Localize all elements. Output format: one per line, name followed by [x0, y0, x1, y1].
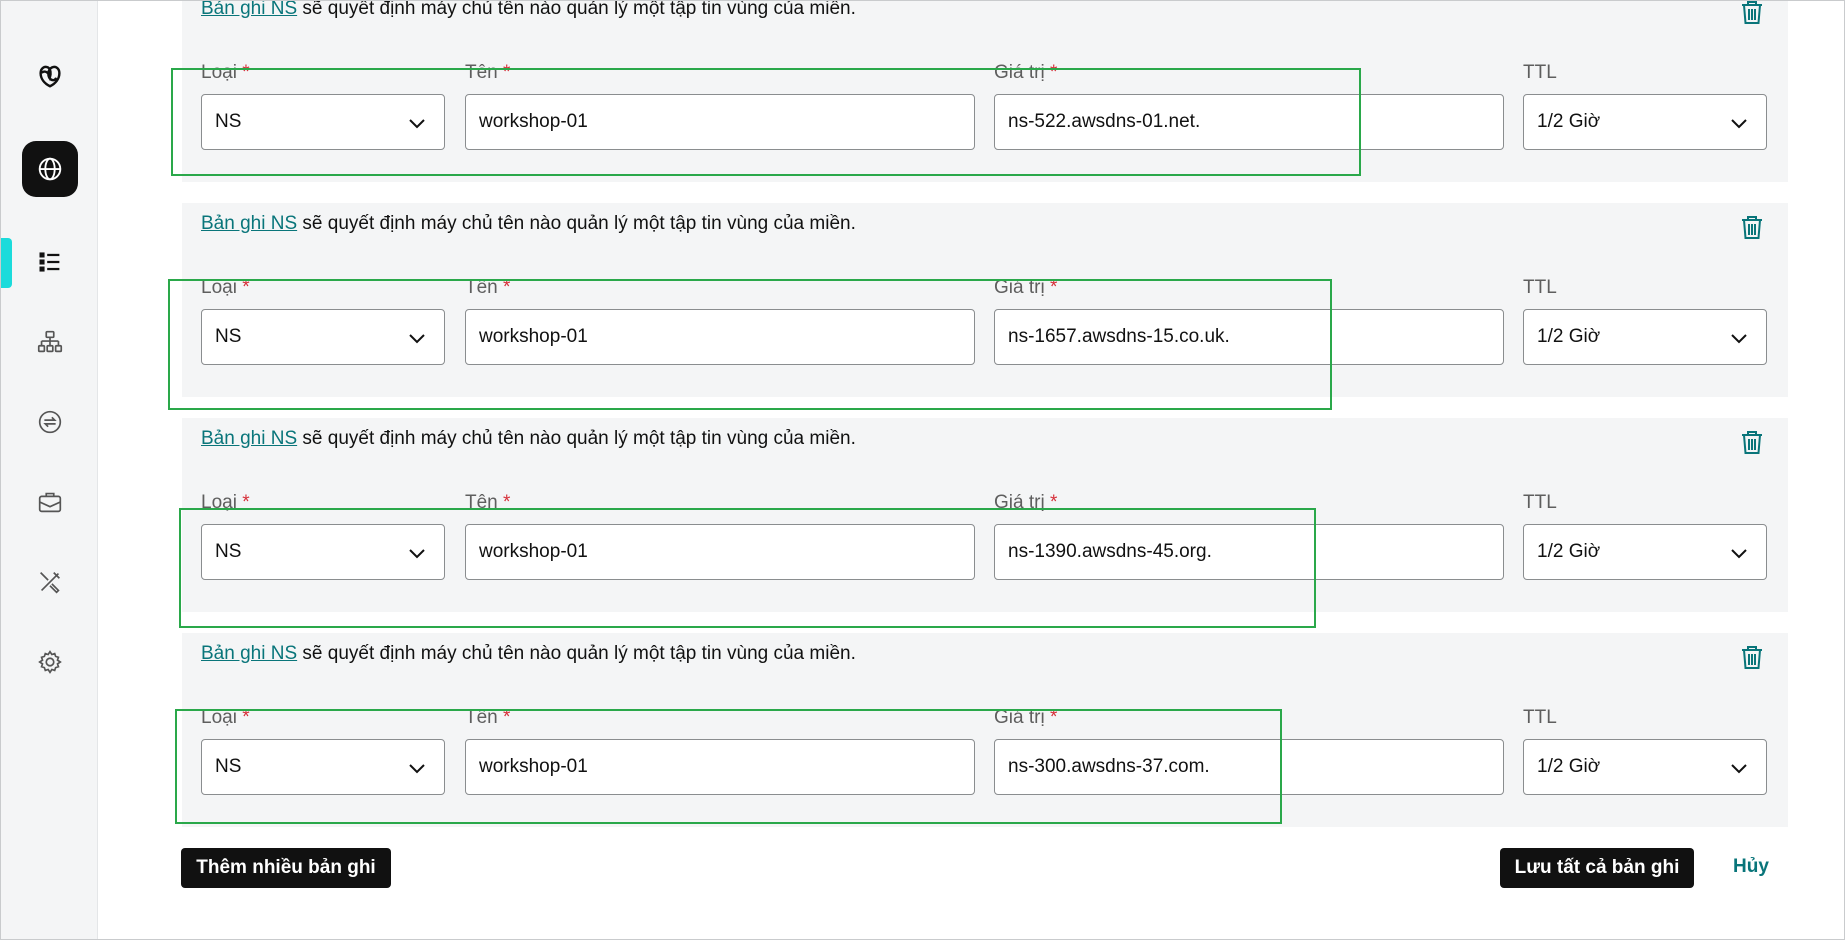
transfer-icon[interactable]: [22, 394, 78, 450]
record-description-text: sẽ quyết định máy chủ tên nào quản lý mộ…: [297, 0, 856, 19]
trash-icon[interactable]: [1738, 213, 1766, 241]
chevron-down-icon: [409, 334, 425, 344]
list-icon[interactable]: [22, 234, 78, 290]
name-input-value: workshop-01: [479, 541, 588, 562]
gear-icon[interactable]: [22, 634, 78, 690]
trash-icon[interactable]: [1738, 643, 1766, 671]
record-description: Bản ghi NS sẽ quyết định máy chủ tên nào…: [201, 213, 856, 235]
type-label: Loại *: [201, 707, 250, 728]
godaddy-logo-icon[interactable]: [22, 47, 78, 103]
record-description: Bản ghi NS sẽ quyết định máy chủ tên nào…: [201, 643, 856, 665]
dns-record-row: Bản ghi NS sẽ quyết định máy chủ tên nào…: [182, 633, 1788, 827]
record-description: Bản ghi NS sẽ quyết định máy chủ tên nào…: [201, 0, 856, 20]
name-input[interactable]: workshop-01: [465, 739, 975, 795]
ns-record-help-link[interactable]: Bản ghi NS: [201, 213, 297, 234]
record-description: Bản ghi NS sẽ quyết định máy chủ tên nào…: [201, 428, 856, 450]
type-select[interactable]: NS: [201, 309, 445, 365]
dns-records-panel: Bản ghi NS sẽ quyết định máy chủ tên nào…: [98, 0, 1845, 940]
sitemap-icon[interactable]: [22, 314, 78, 370]
save-all-records-button[interactable]: Lưu tất cả bản ghi: [1500, 848, 1694, 888]
value-input[interactable]: ns-522.awsdns-01.net.: [994, 94, 1504, 150]
chevron-down-icon: [1731, 119, 1747, 129]
value-input-value: ns-1390.awsdns-45.org.: [1008, 541, 1212, 562]
chevron-down-icon: [1731, 764, 1747, 774]
chevron-down-icon: [1731, 549, 1747, 559]
ns-record-help-link[interactable]: Bản ghi NS: [201, 0, 297, 19]
type-select[interactable]: NS: [201, 739, 445, 795]
type-select[interactable]: NS: [201, 94, 445, 150]
value-label: Giá trị *: [994, 707, 1058, 728]
value-label: Giá trị *: [994, 62, 1058, 83]
dns-record-row: Bản ghi NS sẽ quyết định máy chủ tên nào…: [182, 0, 1788, 182]
value-input-value: ns-300.awsdns-37.com.: [1008, 756, 1210, 777]
name-label: Tên *: [465, 707, 511, 728]
name-input-value: workshop-01: [479, 111, 588, 132]
type-label: Loại *: [201, 277, 250, 298]
ttl-select-value: 1/2 Giờ: [1537, 756, 1601, 777]
name-input[interactable]: workshop-01: [465, 94, 975, 150]
trash-icon[interactable]: [1738, 428, 1766, 456]
value-input-value: ns-522.awsdns-01.net.: [1008, 111, 1201, 132]
ttl-label: TTL: [1523, 707, 1557, 728]
type-label: Loại *: [201, 492, 250, 513]
ns-record-help-link[interactable]: Bản ghi NS: [201, 428, 297, 449]
type-select-value: NS: [215, 756, 242, 777]
cancel-button[interactable]: Hủy: [1733, 856, 1769, 878]
trash-icon[interactable]: [1738, 0, 1766, 26]
type-select-value: NS: [215, 541, 242, 562]
active-nav-indicator: [0, 238, 12, 288]
ttl-select-value: 1/2 Giờ: [1537, 541, 1601, 562]
chevron-down-icon: [409, 549, 425, 559]
ns-record-help-link[interactable]: Bản ghi NS: [201, 643, 297, 664]
record-description-text: sẽ quyết định máy chủ tên nào quản lý mộ…: [297, 213, 856, 234]
value-input[interactable]: ns-1657.awsdns-15.co.uk.: [994, 309, 1504, 365]
ttl-label: TTL: [1523, 62, 1557, 83]
ttl-select[interactable]: 1/2 Giờ: [1523, 94, 1767, 150]
type-select[interactable]: NS: [201, 524, 445, 580]
record-description-text: sẽ quyết định máy chủ tên nào quản lý mộ…: [297, 428, 856, 449]
value-input[interactable]: ns-300.awsdns-37.com.: [994, 739, 1504, 795]
value-input-value: ns-1657.awsdns-15.co.uk.: [1008, 326, 1230, 347]
name-input-value: workshop-01: [479, 326, 588, 347]
name-input[interactable]: workshop-01: [465, 309, 975, 365]
name-label: Tên *: [465, 492, 511, 513]
ttl-label: TTL: [1523, 277, 1557, 298]
dns-record-row: Bản ghi NS sẽ quyết định máy chủ tên nào…: [182, 418, 1788, 612]
value-label: Giá trị *: [994, 492, 1058, 513]
name-input[interactable]: workshop-01: [465, 524, 975, 580]
ttl-select-value: 1/2 Giờ: [1537, 111, 1601, 132]
tools-icon[interactable]: [22, 554, 78, 610]
record-description-text: sẽ quyết định máy chủ tên nào quản lý mộ…: [297, 643, 856, 664]
value-label: Giá trị *: [994, 277, 1058, 298]
briefcase-icon[interactable]: [22, 474, 78, 530]
sidebar: [0, 0, 98, 940]
ttl-select-value: 1/2 Giờ: [1537, 326, 1601, 347]
type-label: Loại *: [201, 62, 250, 83]
ttl-select[interactable]: 1/2 Giờ: [1523, 739, 1767, 795]
ttl-label: TTL: [1523, 492, 1557, 513]
add-more-records-button[interactable]: Thêm nhiều bản ghi: [181, 848, 391, 888]
ttl-select[interactable]: 1/2 Giờ: [1523, 524, 1767, 580]
chevron-down-icon: [409, 119, 425, 129]
name-label: Tên *: [465, 62, 511, 83]
globe-icon[interactable]: [22, 141, 78, 197]
name-input-value: workshop-01: [479, 756, 588, 777]
dns-record-row: Bản ghi NS sẽ quyết định máy chủ tên nào…: [182, 203, 1788, 397]
chevron-down-icon: [409, 764, 425, 774]
name-label: Tên *: [465, 277, 511, 298]
chevron-down-icon: [1731, 334, 1747, 344]
ttl-select[interactable]: 1/2 Giờ: [1523, 309, 1767, 365]
value-input[interactable]: ns-1390.awsdns-45.org.: [994, 524, 1504, 580]
type-select-value: NS: [215, 326, 242, 347]
type-select-value: NS: [215, 111, 242, 132]
